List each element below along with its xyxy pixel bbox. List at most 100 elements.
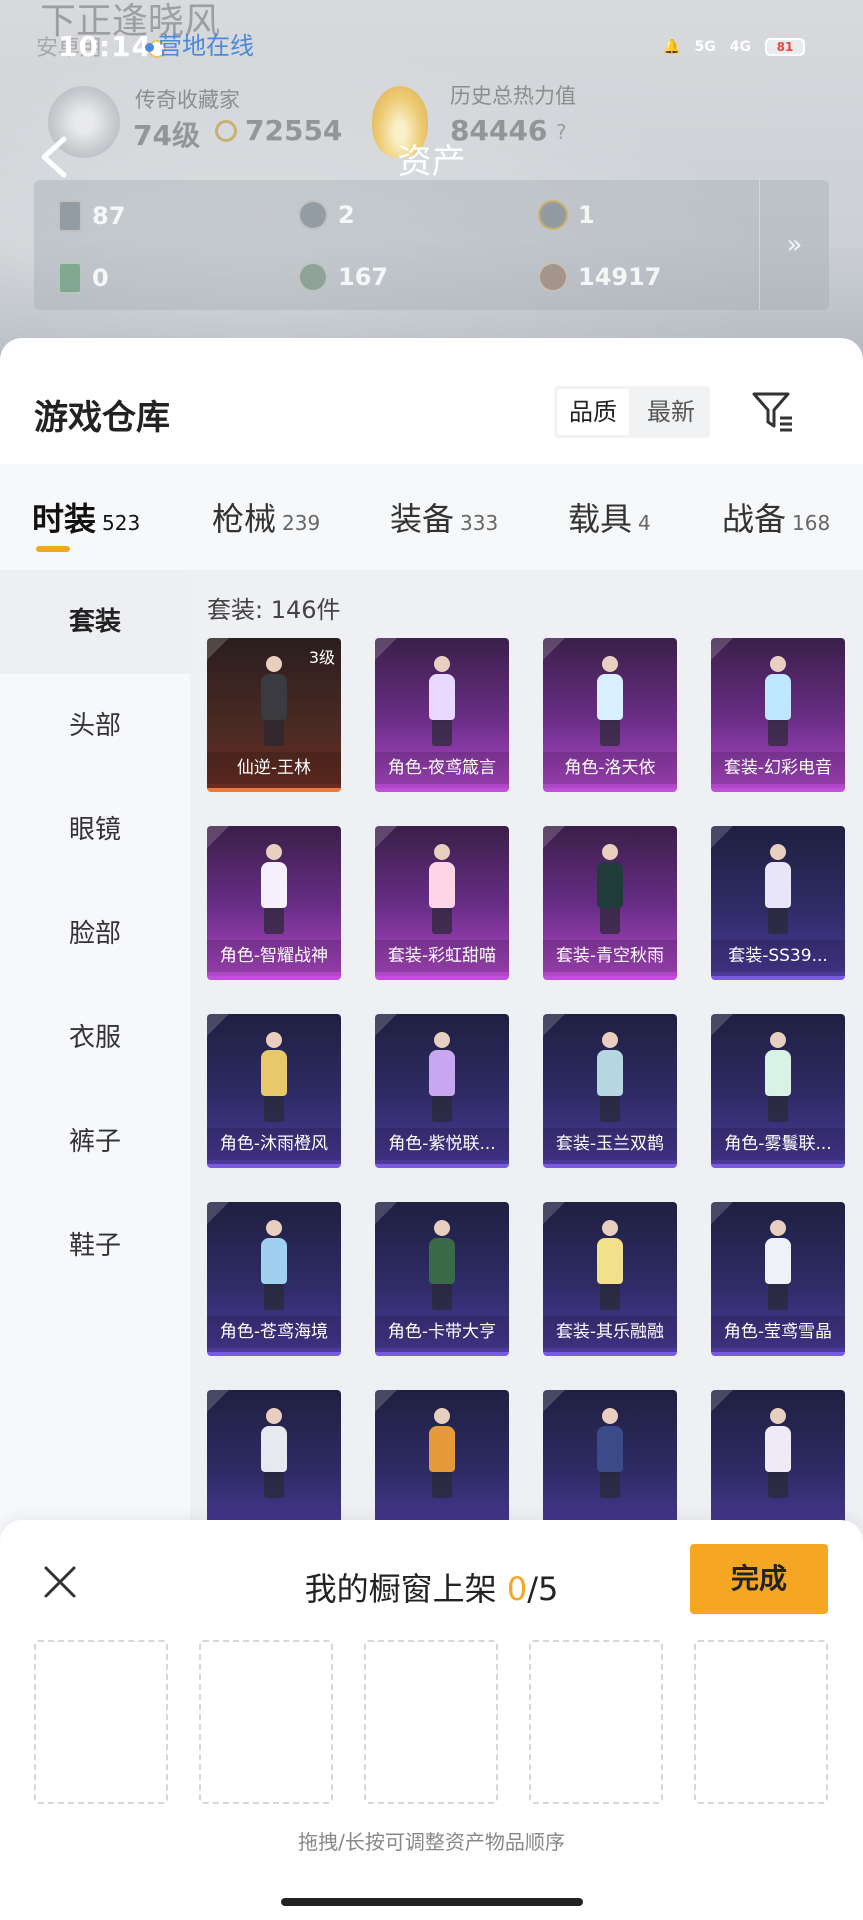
outfit-figure-icon <box>597 1032 623 1122</box>
tab-count: 333 <box>460 511 499 535</box>
stat-gold-coin: 1 <box>538 200 595 230</box>
category-tabs: 时装 523 枪械 239 装备 333 载具 4 战备 168 <box>0 464 863 570</box>
sort-newest-button[interactable]: 最新 <box>632 386 710 438</box>
tab-count: 4 <box>638 511 651 535</box>
showcase-slot[interactable] <box>199 1640 333 1804</box>
outfit-figure-icon <box>765 1220 791 1310</box>
item-card[interactable]: 角色-夜鸢箴言 <box>375 638 509 792</box>
outfit-figure-icon <box>765 656 791 746</box>
outfit-figure-icon <box>429 844 455 934</box>
item-card[interactable]: 角色-智耀战神 <box>207 826 341 980</box>
sidebar-item-face[interactable]: 脸部 <box>0 882 190 986</box>
item-card[interactable]: 套装-SS39... <box>711 826 845 980</box>
stat-bronze-coin: 14917 <box>538 262 662 292</box>
filter-button[interactable] <box>750 388 796 434</box>
showcase-title-text: 我的橱窗上架 <box>304 1570 497 1608</box>
tab-label: 载具 <box>568 500 633 538</box>
item-card[interactable]: 角色-雾鬟联... <box>711 1014 845 1168</box>
item-name: 套装-幻彩电音 <box>711 752 845 784</box>
select-corner-icon <box>207 1202 229 1224</box>
outfit-figure-icon <box>429 1220 455 1310</box>
tab-guns[interactable]: 枪械 239 <box>212 494 320 540</box>
filter-icon <box>752 392 792 432</box>
tab-vehicles[interactable]: 载具 4 <box>568 494 651 540</box>
select-corner-icon <box>711 826 733 848</box>
item-card[interactable]: 角色-洛天依 <box>543 638 677 792</box>
item-card[interactable]: 套装-彩虹甜喵 <box>375 826 509 980</box>
item-card[interactable]: 套装-幻彩电音 <box>711 638 845 792</box>
showcase-slot[interactable] <box>364 1640 498 1804</box>
outfit-figure-icon <box>597 656 623 746</box>
tab-label: 枪械 <box>212 500 277 538</box>
item-card[interactable]: 套装-玉兰双鹊 <box>543 1014 677 1168</box>
showcase-slot[interactable] <box>529 1640 663 1804</box>
outfit-figure-icon <box>765 844 791 934</box>
item-name: 套装-彩虹甜喵 <box>375 940 509 972</box>
outfit-figure-icon <box>429 656 455 746</box>
item-name: 角色-夜鸢箴言 <box>375 752 509 784</box>
sidebar-item-shoes[interactable]: 鞋子 <box>0 1194 190 1298</box>
tab-count: 239 <box>282 511 321 535</box>
select-corner-icon <box>375 1390 397 1412</box>
online-status: 营地在线 <box>145 26 254 61</box>
select-corner-icon <box>543 1390 565 1412</box>
item-card[interactable]: 套装-其乐融融 <box>543 1202 677 1356</box>
showcase-slot[interactable] <box>34 1640 168 1804</box>
sort-toggle: 品质 最新 <box>554 386 710 438</box>
showcase-total: /5 <box>527 1570 559 1608</box>
select-corner-icon <box>711 1390 733 1412</box>
item-name: 套装-其乐融融 <box>543 1316 677 1348</box>
gem-icon <box>298 262 328 292</box>
item-card[interactable]: 角色-苍鸢海境 <box>207 1202 341 1356</box>
sidebar-item-sets[interactable]: 套装 <box>0 570 190 674</box>
outfit-figure-icon <box>261 656 287 746</box>
select-corner-icon <box>543 826 565 848</box>
item-level: 3级 <box>308 648 335 667</box>
stats-more-button[interactable]: » <box>759 180 829 310</box>
sort-quality-button[interactable]: 品质 <box>557 389 629 435</box>
tab-supplies[interactable]: 战备 168 <box>722 494 830 540</box>
stat-silver-coin: 2 <box>298 200 355 230</box>
sidebar-item-pants[interactable]: 裤子 <box>0 1090 190 1194</box>
page-title: 资产 <box>397 142 466 182</box>
item-card[interactable]: 角色-卡带大亨 <box>375 1202 509 1356</box>
select-corner-icon <box>543 638 565 660</box>
select-corner-icon <box>543 1202 565 1224</box>
outfit-figure-icon <box>597 1408 623 1498</box>
home-indicator[interactable] <box>281 1898 583 1906</box>
tab-count: 168 <box>792 511 831 535</box>
item-card[interactable]: 角色-莹鸢雪晶 <box>711 1202 845 1356</box>
battery-icon: 81 <box>765 38 805 56</box>
item-card[interactable]: 套装-青空秋雨 <box>543 826 677 980</box>
done-button[interactable]: 完成 <box>690 1544 828 1614</box>
tab-label: 装备 <box>390 500 455 538</box>
outfit-figure-icon <box>261 1408 287 1498</box>
item-name: 角色-莹鸢雪晶 <box>711 1316 845 1348</box>
item-name: 角色-沐雨橙风 <box>207 1128 341 1160</box>
tab-active-indicator <box>36 546 70 552</box>
reorder-hint: 拖拽/长按可调整资产物品顺序 <box>298 1830 565 1854</box>
system-icons: 🔔 5G 4G 81 <box>663 38 805 56</box>
item-name: 套装-玉兰双鹊 <box>543 1128 677 1160</box>
collector-label: 传奇收藏家 <box>135 88 240 112</box>
sidebar-item-glasses[interactable]: 眼镜 <box>0 778 190 882</box>
item-card[interactable]: 角色-紫悦联... <box>375 1014 509 1168</box>
item-name: 角色-卡带大亨 <box>375 1316 509 1348</box>
warehouse-title: 游戏仓库 <box>34 398 170 438</box>
outfit-figure-icon <box>597 844 623 934</box>
stat-value: 1 <box>578 201 595 229</box>
item-count: 套装: 146件 <box>207 596 341 624</box>
tab-label: 时装 <box>32 500 97 538</box>
bell-icon: 🔔 <box>663 39 681 55</box>
item-name: 角色-苍鸢海境 <box>207 1316 341 1348</box>
outfit-figure-icon <box>429 1408 455 1498</box>
showcase-slot[interactable] <box>694 1640 828 1804</box>
stat-value: 0 <box>92 264 109 292</box>
select-corner-icon <box>207 638 229 660</box>
tab-fashion[interactable]: 时装 523 <box>32 494 140 540</box>
item-card[interactable]: 角色-沐雨橙风 <box>207 1014 341 1168</box>
sidebar-item-clothes[interactable]: 衣服 <box>0 986 190 1090</box>
tab-equipment[interactable]: 装备 333 <box>390 494 498 540</box>
item-card[interactable]: 3级 仙逆-王林 <box>207 638 341 792</box>
sidebar-item-head[interactable]: 头部 <box>0 674 190 778</box>
